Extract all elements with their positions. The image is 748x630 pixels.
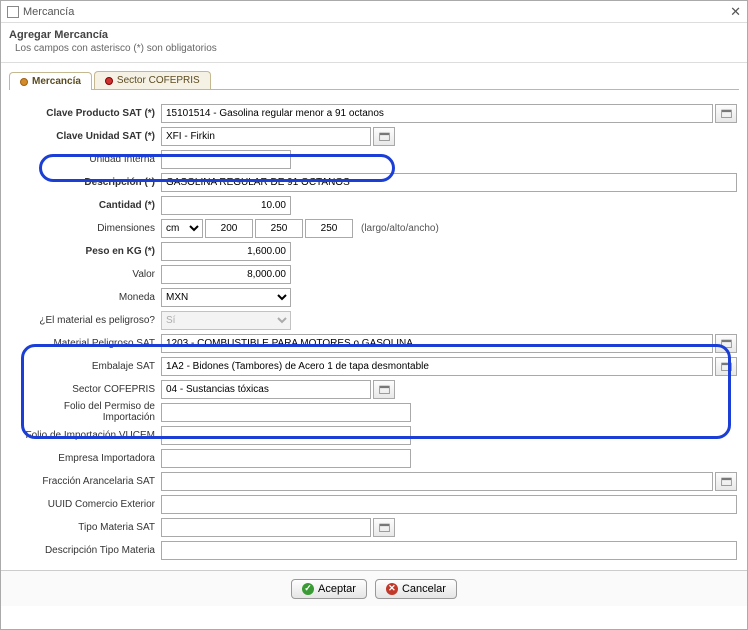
titlebar: Mercancía ✕ [1,1,747,23]
tab-label: Mercancía [32,76,81,87]
accept-label: Aceptar [318,583,356,595]
header-subtitle: Los campos con asterisco (*) son obligat… [9,43,739,54]
tipo-materia-input[interactable] [161,518,371,537]
cancel-button[interactable]: ✕ Cancelar [375,579,457,599]
lbl-descripcion: Descripción (*) [84,177,155,188]
form-wrap: Mercancía Sector COFEPRIS Clave Producto… [1,63,747,570]
lookup-button[interactable] [715,472,737,491]
peligroso-select: Sí [161,311,291,330]
dim-largo-input[interactable] [205,219,253,238]
lbl-cantidad: Cantidad (*) [99,200,155,211]
lbl-fraccion: Fracción Arancelaria SAT [11,476,161,487]
dot-icon [20,78,28,86]
cantidad-input[interactable] [161,196,291,215]
clave-producto-sat-input[interactable] [161,104,713,123]
dim-hint: (largo/alto/ancho) [361,223,439,234]
dim-alto-input[interactable] [255,219,303,238]
window-title: Mercancía [23,6,74,18]
desc-tipo-materia-input[interactable] [161,541,737,560]
lbl-tipo-materia: Tipo Materia SAT [11,522,161,533]
folio-permiso-input[interactable] [161,403,411,422]
lookup-button[interactable] [715,334,737,353]
close-icon[interactable]: ✕ [730,4,741,20]
dim-unit-select[interactable]: cm [161,219,203,238]
lookup-button[interactable] [373,380,395,399]
fraccion-input[interactable] [161,472,713,491]
embalaje-input[interactable] [161,357,713,376]
peso-input[interactable] [161,242,291,261]
lbl-desc-tipo-materia: Descripción Tipo Materia [11,545,161,556]
window: Mercancía ✕ Agregar Mercancía Los campos… [0,0,748,630]
header: Agregar Mercancía Los campos con asteris… [1,23,747,58]
cancel-label: Cancelar [402,583,446,595]
lbl-moneda: Moneda [11,292,161,303]
lbl-clave-unidad: Clave Unidad SAT (*) [56,131,155,142]
tab-label: Sector COFEPRIS [117,75,200,86]
cancel-icon: ✕ [386,583,398,595]
lbl-empresa-import: Empresa Importadora [11,453,161,464]
lbl-peligroso: ¿El material es peligroso? [11,315,161,326]
form-area: Clave Producto SAT (*) Clave Unidad SAT … [1,90,747,570]
lbl-uuid: UUID Comercio Exterior [11,499,161,510]
tab-mercancia[interactable]: Mercancía [9,72,92,90]
lbl-unidad-interna: Unidad Interna [11,154,161,165]
lbl-mat-peligroso: Material Peligroso SAT [11,338,161,349]
dot-icon [105,77,113,85]
accept-button[interactable]: ✓ Aceptar [291,579,367,599]
valor-input[interactable] [161,265,291,284]
mat-peligroso-input[interactable] [161,334,713,353]
window-icon [7,6,19,18]
dim-ancho-input[interactable] [305,219,353,238]
tabs: Mercancía Sector COFEPRIS [9,71,739,90]
header-title: Agregar Mercancía [9,29,739,41]
lbl-valor: Valor [11,269,161,280]
lbl-folio-permiso: Folio del Permiso de Importación [11,401,161,423]
lbl-clave-producto: Clave Producto SAT (*) [46,108,155,119]
uuid-input[interactable] [161,495,737,514]
descripcion-input[interactable] [161,173,737,192]
lbl-embalaje: Embalaje SAT [11,361,161,372]
folio-vucem-input[interactable] [161,426,411,445]
clave-unidad-sat-input[interactable] [161,127,371,146]
lbl-dimensiones: Dimensiones [11,223,161,234]
check-icon: ✓ [302,583,314,595]
sector-cofepris-input[interactable] [161,380,371,399]
lbl-sector-cofepris: Sector COFEPRIS [11,384,161,395]
lbl-peso: Peso en KG (*) [86,246,155,257]
lookup-button[interactable] [715,104,737,123]
footer: ✓ Aceptar ✕ Cancelar [1,570,747,606]
lbl-folio-vucem: Folio de Importación VUCEM [11,430,161,441]
lookup-button[interactable] [715,357,737,376]
tab-cofepris[interactable]: Sector COFEPRIS [94,71,211,89]
unidad-interna-input[interactable] [161,150,291,169]
lookup-button[interactable] [373,127,395,146]
empresa-import-input[interactable] [161,449,411,468]
lookup-button[interactable] [373,518,395,537]
moneda-select[interactable]: MXN [161,288,291,307]
